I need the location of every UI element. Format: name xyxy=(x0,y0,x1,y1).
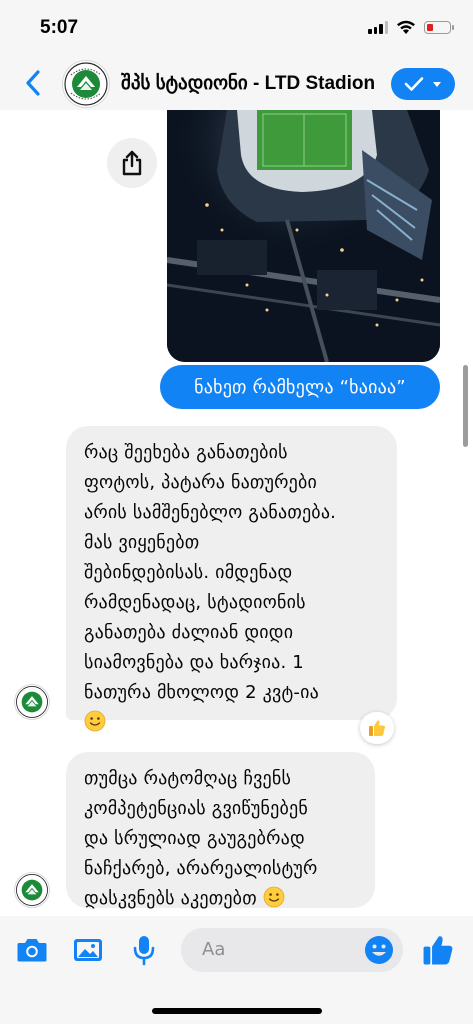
stadium-photo[interactable] xyxy=(167,110,440,362)
message-input-placeholder: Aa xyxy=(202,939,226,960)
outgoing-message[interactable]: ნახეთ რამხელა “ხაიაა” xyxy=(160,365,440,409)
message-list[interactable]: ნახეთ რამხელა “ხაიაა” რაც შეეხება განათე… xyxy=(0,110,473,916)
incoming-message[interactable]: თუმცა რატომღაც ჩვენს კომპეტენციას გვიწუნ… xyxy=(66,752,375,909)
chevron-left-icon xyxy=(26,70,40,96)
conversation-header: შპს სტადიონი - LTD Stadion xyxy=(0,56,473,110)
incoming-message[interactable]: რაც შეეხება განათების ფოტოს, პატარა ნათუ… xyxy=(66,426,397,732)
stadion-logo-icon xyxy=(64,62,108,106)
share-button[interactable] xyxy=(107,138,157,188)
mark-done-button[interactable] xyxy=(391,68,455,100)
stadium-aerial-image xyxy=(167,110,440,362)
microphone-icon xyxy=(133,936,155,966)
voice-button[interactable] xyxy=(124,930,164,970)
checkmark-icon xyxy=(404,77,424,91)
chevron-down-icon xyxy=(433,81,441,87)
stadion-logo-icon xyxy=(16,686,48,718)
signal-icon xyxy=(368,21,388,34)
conversation-title[interactable]: შპს სტადიონი - LTD Stadion xyxy=(121,72,385,95)
status-icons xyxy=(368,20,454,35)
sender-avatar[interactable] xyxy=(14,684,50,720)
like-button[interactable] xyxy=(418,930,458,970)
gallery-icon xyxy=(74,939,102,961)
home-indicator[interactable] xyxy=(152,1008,322,1014)
sender-avatar[interactable] xyxy=(14,872,50,908)
status-bar: 5:07 xyxy=(0,0,473,56)
scrollbar[interactable] xyxy=(463,365,468,447)
gallery-button[interactable] xyxy=(68,930,108,970)
thumbs-up-icon xyxy=(423,936,453,965)
emoji-icon[interactable] xyxy=(363,934,395,966)
camera-icon xyxy=(17,939,47,962)
message-input[interactable]: Aa xyxy=(181,928,403,972)
thumbs-up-icon xyxy=(369,720,385,736)
slightly-smiling-face-icon xyxy=(84,710,106,732)
stadion-logo-icon xyxy=(16,874,48,906)
slightly-smiling-face-icon xyxy=(263,886,285,908)
camera-button[interactable] xyxy=(12,930,52,970)
contact-avatar[interactable] xyxy=(62,60,110,108)
back-button[interactable] xyxy=(18,66,48,100)
share-icon xyxy=(122,150,142,176)
status-time: 5:07 xyxy=(40,17,79,38)
composer: Aa xyxy=(0,916,473,1024)
reaction-badge[interactable] xyxy=(360,712,394,744)
battery-icon xyxy=(424,21,454,34)
wifi-icon xyxy=(397,20,415,34)
message-text: რაც შეეხება განათების ფოტოს, პატარა ნათუ… xyxy=(84,442,337,703)
